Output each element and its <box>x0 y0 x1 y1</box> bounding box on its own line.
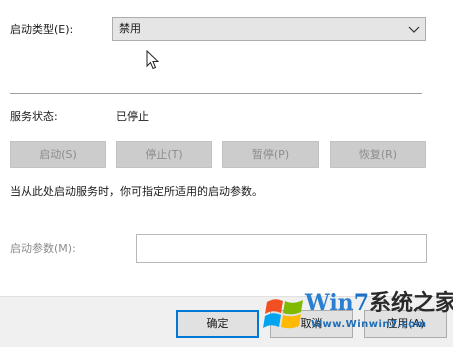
start-params-input[interactable] <box>136 234 427 263</box>
service-status-label: 服务状态: <box>10 110 58 123</box>
pause-service-button[interactable]: 暂停(P) <box>222 141 319 168</box>
startup-type-label: 启动类型(E): <box>10 23 74 36</box>
start-params-label: 启动参数(M): <box>10 242 76 255</box>
startup-type-value: 禁用 <box>119 22 141 35</box>
windows-logo-icon <box>263 299 303 329</box>
watermark-url: Www.Winwin7.com <box>311 319 427 330</box>
resume-service-button[interactable]: 恢复(R) <box>330 141 426 168</box>
start-params-hint: 当从此处启动服务时，你可指定所适用的启动参数。 <box>10 185 263 198</box>
service-status-value: 已停止 <box>116 110 149 123</box>
section-divider <box>10 93 422 94</box>
startup-type-select[interactable]: 禁用 <box>112 17 426 41</box>
start-service-button[interactable]: 启动(S) <box>10 141 106 168</box>
mouse-cursor-icon <box>146 50 160 70</box>
chevron-down-icon <box>408 26 420 33</box>
watermark: Win7系统之家 Www.Winwin7.com <box>263 288 453 346</box>
watermark-title: Win7系统之家 <box>305 290 453 316</box>
ok-button[interactable]: 确定 <box>176 310 259 338</box>
stop-service-button[interactable]: 停止(T) <box>116 141 212 168</box>
